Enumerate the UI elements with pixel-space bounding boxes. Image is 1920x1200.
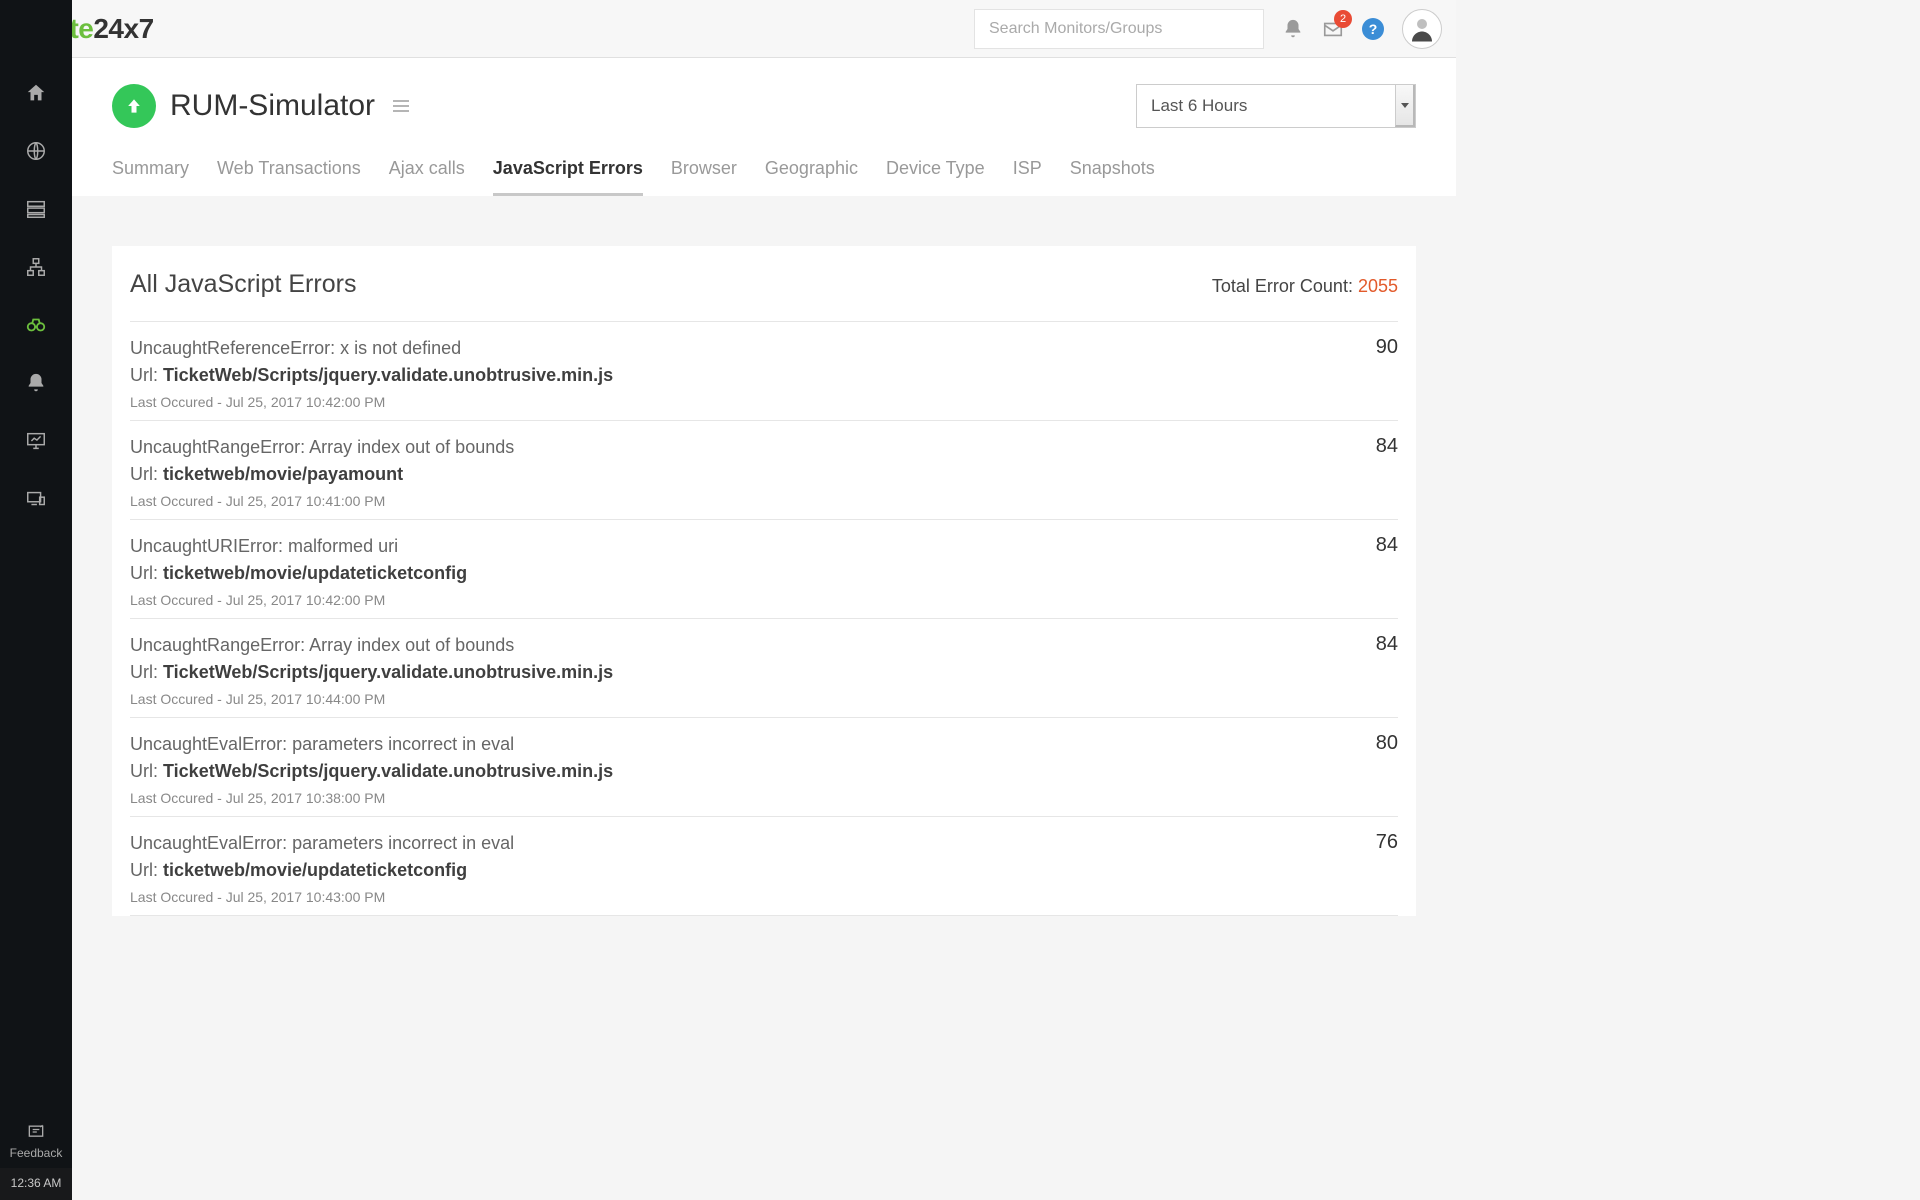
search-placeholder: Search Monitors/Groups	[989, 20, 1162, 38]
error-last-occurred: Last Occured - Jul 25, 2017 10:38:00 PM	[130, 790, 1398, 806]
feedback-label: Feedback	[10, 1146, 63, 1160]
error-title: UncaughtRangeError: Array index out of b…	[130, 635, 1398, 656]
sidebar-item-network[interactable]	[0, 238, 72, 296]
tab-device-type[interactable]: Device Type	[886, 158, 985, 196]
error-last-occurred: Last Occured - Jul 25, 2017 10:43:00 PM	[130, 889, 1398, 905]
left-sidebar: Feedback 12:36 AM	[0, 0, 72, 1200]
devices-icon	[25, 488, 47, 510]
main-content: RUM-Simulator Last 6 Hours Summary Web Tr…	[72, 58, 1456, 966]
bell-icon	[25, 372, 47, 394]
page-menu-button[interactable]	[393, 100, 409, 112]
sidebar-item-reports[interactable]	[0, 412, 72, 470]
globe-icon	[25, 140, 47, 162]
error-item[interactable]: 84UncaughtURIError: malformed uri Url: ti…	[130, 520, 1398, 619]
error-title: UncaughtEvalError: parameters incorrect …	[130, 833, 1398, 854]
error-item[interactable]: 90UncaughtReferenceError: x is not defin…	[130, 322, 1398, 421]
error-url: Url: TicketWeb/Scripts/jquery.validate.u…	[130, 761, 1398, 782]
sidebar-clock: 12:36 AM	[0, 1168, 72, 1200]
home-icon	[25, 82, 47, 104]
sidebar-item-monitor[interactable]	[0, 296, 72, 354]
timerange-select[interactable]: Last 6 Hours	[1136, 84, 1416, 128]
error-item[interactable]: 76UncaughtEvalError: parameters incorrec…	[130, 817, 1398, 916]
error-title: UncaughtURIError: malformed uri	[130, 536, 1398, 557]
status-indicator	[112, 84, 156, 128]
error-count: 84	[1376, 633, 1398, 656]
error-item[interactable]: 80UncaughtEvalError: parameters incorrec…	[130, 718, 1398, 817]
sidebar-item-alerts[interactable]	[0, 354, 72, 412]
error-url: Url: TicketWeb/Scripts/jquery.validate.u…	[130, 365, 1398, 386]
tab-isp[interactable]: ISP	[1013, 158, 1042, 196]
inbox-button[interactable]: 2	[1322, 18, 1344, 40]
search-input[interactable]: Search Monitors/Groups	[974, 9, 1264, 49]
page-header: RUM-Simulator Last 6 Hours Summary Web Tr…	[72, 58, 1456, 196]
total-value: 2055	[1358, 276, 1398, 296]
errors-panel: All JavaScript Errors Total Error Count:…	[112, 246, 1416, 916]
chevron-down-icon	[1395, 85, 1415, 127]
error-count: 90	[1376, 336, 1398, 359]
tabs: Summary Web Transactions Ajax calls JavaScr…	[112, 158, 1416, 196]
error-count: 84	[1376, 435, 1398, 458]
sidebar-item-home[interactable]	[0, 64, 72, 122]
avatar-icon	[1407, 14, 1437, 44]
sidebar-feedback[interactable]: Feedback	[0, 1118, 72, 1168]
error-last-occurred: Last Occured - Jul 25, 2017 10:44:00 PM	[130, 691, 1398, 707]
presentation-icon	[25, 430, 47, 452]
sidebar-item-devices[interactable]	[0, 470, 72, 528]
error-last-occurred: Last Occured - Jul 25, 2017 10:41:00 PM	[130, 493, 1398, 509]
timerange-value: Last 6 Hours	[1151, 96, 1247, 116]
error-url: Url: ticketweb/movie/payamount	[130, 464, 1398, 485]
help-icon: ?	[1362, 18, 1384, 40]
tab-summary[interactable]: Summary	[112, 158, 189, 196]
error-title: UncaughtRangeError: Array index out of b…	[130, 437, 1398, 458]
arrow-up-icon	[124, 96, 144, 116]
binoculars-icon	[25, 314, 47, 336]
notification-badge: 2	[1334, 10, 1352, 28]
page-title: RUM-Simulator	[170, 89, 375, 123]
error-item[interactable]: 84UncaughtRangeError: Array index out of…	[130, 619, 1398, 718]
notifications-bell[interactable]	[1282, 18, 1304, 40]
error-item[interactable]: 84UncaughtRangeError: Array index out of…	[130, 421, 1398, 520]
error-count: 76	[1376, 831, 1398, 854]
bell-icon	[1282, 18, 1304, 40]
sidebar-item-globe[interactable]	[0, 122, 72, 180]
tab-browser[interactable]: Browser	[671, 158, 737, 196]
server-icon	[25, 198, 47, 220]
feedback-icon	[26, 1122, 46, 1142]
error-last-occurred: Last Occured - Jul 25, 2017 10:42:00 PM	[130, 394, 1398, 410]
panel-title: All JavaScript Errors	[130, 270, 356, 299]
error-title: UncaughtEvalError: parameters incorrect …	[130, 734, 1398, 755]
error-count: 80	[1376, 732, 1398, 755]
error-url: Url: TicketWeb/Scripts/jquery.validate.u…	[130, 662, 1398, 683]
tab-snapshots[interactable]: Snapshots	[1070, 158, 1155, 196]
user-avatar[interactable]	[1402, 9, 1442, 49]
total-label: Total Error Count:	[1212, 276, 1358, 296]
error-list: 90UncaughtReferenceError: x is not defin…	[130, 322, 1398, 916]
network-icon	[25, 256, 47, 278]
error-title: UncaughtReferenceError: x is not defined	[130, 338, 1398, 359]
error-url: Url: ticketweb/movie/updateticketconfig	[130, 860, 1398, 881]
topbar: Site24x7 Search Monitors/Groups 2 ?	[0, 0, 1456, 58]
error-last-occurred: Last Occured - Jul 25, 2017 10:42:00 PM	[130, 592, 1398, 608]
sidebar-item-servers[interactable]	[0, 180, 72, 238]
logo-24: 24x7	[93, 13, 153, 44]
total-error-count: Total Error Count: 2055	[1212, 276, 1398, 297]
error-count: 84	[1376, 534, 1398, 557]
help-button[interactable]: ?	[1362, 18, 1384, 40]
tab-geographic[interactable]: Geographic	[765, 158, 858, 196]
tab-web-transactions[interactable]: Web Transactions	[217, 158, 361, 196]
tab-javascript-errors[interactable]: JavaScript Errors	[493, 158, 643, 196]
tab-ajax-calls[interactable]: Ajax calls	[389, 158, 465, 196]
error-url: Url: ticketweb/movie/updateticketconfig	[130, 563, 1398, 584]
